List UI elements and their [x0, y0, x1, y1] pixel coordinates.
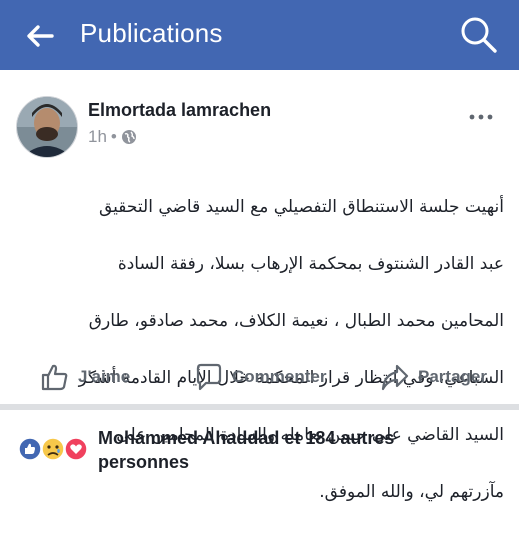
reactions-summary[interactable]: Mohammed Ahaddad et 184 autres personnes — [98, 426, 498, 474]
post-text-line: عبد القادر الشنتوف بمحكمة الإرهاب بسلا، … — [117, 253, 504, 274]
thumbs-up-icon — [41, 364, 68, 391]
more-dots-icon — [469, 114, 493, 120]
arrow-left-icon — [27, 25, 54, 47]
globe-icon — [121, 130, 136, 144]
meta-separator: • — [110, 127, 117, 146]
post-text: أنهيت جلسة الاستنطاق التفصيلي مع السيد ق… — [14, 164, 504, 535]
search-button[interactable] — [458, 14, 500, 56]
sad-reaction-icon — [41, 437, 65, 461]
like-label: J'aime — [78, 367, 131, 386]
divider — [0, 404, 519, 410]
share-arrow-icon — [381, 364, 409, 391]
top-bar: Publications — [0, 0, 519, 70]
like-button[interactable]: J'aime — [40, 358, 130, 396]
like-reaction-icon — [18, 437, 42, 461]
search-icon — [461, 17, 497, 53]
back-button[interactable] — [24, 20, 56, 52]
reaction-icons[interactable] — [18, 437, 92, 461]
avatar[interactable] — [16, 96, 78, 158]
post-text-line: المحامين محمد الطبال ، نعيمة الكلاف، محم… — [88, 310, 504, 331]
share-button[interactable]: Partager — [380, 358, 487, 396]
love-reaction-icon — [64, 437, 88, 461]
page-title: Publications — [80, 18, 223, 48]
post-meta: 1h • — [88, 127, 137, 147]
comment-label: Commenter — [232, 367, 327, 386]
reactions-summary-line: personnes — [98, 452, 190, 472]
more-options-button[interactable] — [468, 108, 494, 120]
share-label: Partager — [418, 367, 487, 386]
comment-button[interactable]: Commenter — [194, 358, 326, 396]
post-author[interactable]: Elmortada lamrachen — [88, 100, 271, 121]
post-text-line: أنهيت جلسة الاستنطاق التفصيلي مع السيد ق… — [99, 196, 504, 217]
post-time[interactable]: 1h — [88, 127, 107, 147]
reactions-summary-line: Mohammed Ahaddad et 184 autres — [98, 428, 395, 448]
comment-icon — [196, 363, 222, 391]
